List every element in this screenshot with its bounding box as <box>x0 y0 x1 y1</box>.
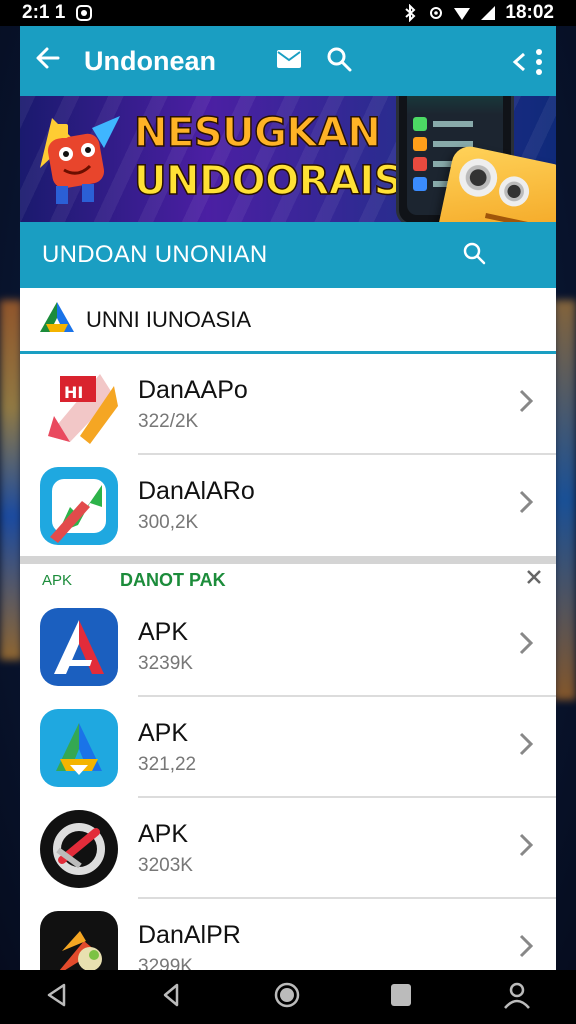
section-logo-icon <box>38 300 76 339</box>
app-icon-5 <box>40 809 118 888</box>
recent-nav-icon[interactable] <box>159 982 185 1013</box>
chevron-right-icon[interactable] <box>506 388 546 421</box>
app-size: 321,22 <box>138 754 197 775</box>
app-name: DanAlPR <box>138 921 241 949</box>
section-title: UNNI IUNOASIA <box>86 306 252 332</box>
chevron-right-icon[interactable] <box>506 630 546 663</box>
app-name: APK <box>138 820 189 848</box>
app-title: Undonean <box>84 45 216 76</box>
profile-nav-icon[interactable] <box>502 980 532 1015</box>
home-nav-icon[interactable] <box>273 981 301 1014</box>
back-nav-icon[interactable] <box>44 982 70 1013</box>
app-name: DanAAPo <box>138 376 248 404</box>
status-bar: 2:1 1 18:02 <box>0 0 576 26</box>
app-icon-4 <box>40 708 118 787</box>
search-bar-title: UNDOAN UNONIAN <box>42 241 268 268</box>
ad-app-list: APK 3239K APK 321,22 APK 3203K DanAlPR 3… <box>20 596 556 970</box>
bluetooth-icon <box>401 3 419 23</box>
ad-title: DANOT PAK <box>120 569 226 590</box>
app-name: APK <box>138 719 189 747</box>
app-icon-3 <box>40 607 118 686</box>
notification-icon <box>75 4 93 22</box>
app-name: DanAlARo <box>138 477 255 505</box>
list-item[interactable]: DanAlARo 300,2K <box>20 455 556 556</box>
app-size: 3299K <box>138 956 193 970</box>
search-icon-secondary[interactable] <box>462 241 486 270</box>
banner-headline-1: NESUGKAN <box>133 109 381 157</box>
list-item[interactable]: APK 3203K <box>20 798 556 899</box>
app-icon-1: HI <box>40 366 118 444</box>
status-time-left: 2:1 1 <box>22 2 66 23</box>
app-icon-2 <box>40 466 118 545</box>
svg-text:HI: HI <box>64 383 83 402</box>
app-size: 3203K <box>138 855 193 876</box>
wifi-icon <box>453 4 471 22</box>
search-bar[interactable]: UNDOAN UNONIAN <box>20 222 556 288</box>
promo-banner[interactable]: NESUGKAN UNDOORAISIA <box>20 96 556 222</box>
list-item[interactable]: APK 3239K <box>20 596 556 697</box>
mail-icon[interactable] <box>276 49 302 74</box>
ad-header: APK DANOT PAK <box>20 564 556 596</box>
chevron-right-icon[interactable] <box>506 933 546 966</box>
app-list: HI DanAAPo 322/2K DanAlARo 300,2K <box>20 354 556 556</box>
app-size: 300,2K <box>138 512 199 533</box>
chevron-right-icon[interactable] <box>506 832 546 865</box>
mascot-icon <box>32 108 122 208</box>
app-bar: Undonean <box>20 26 556 96</box>
app-size: 3239K <box>138 653 193 674</box>
chevron-right-icon[interactable] <box>506 489 546 522</box>
section-divider <box>20 556 556 564</box>
background-glow-right <box>554 300 576 700</box>
app-size: 322/2K <box>138 411 199 432</box>
navigation-bar <box>0 970 576 1024</box>
app-icon-6 <box>40 910 118 970</box>
signal-icon <box>479 4 497 22</box>
list-item[interactable]: HI DanAAPo 322/2K <box>20 354 556 455</box>
close-icon[interactable] <box>526 568 542 591</box>
list-item[interactable]: APK 321,22 <box>20 697 556 798</box>
status-time-right: 18:02 <box>505 2 554 23</box>
settings-small-icon <box>427 4 445 22</box>
app-name: APK <box>138 618 189 646</box>
ad-tag: APK <box>42 571 73 589</box>
app-window: Undonean NESUGKAN UNDOORAISIA UNDOAN UNO… <box>20 26 556 970</box>
apps-nav-icon[interactable] <box>389 982 413 1013</box>
back-arrow-icon[interactable] <box>34 44 70 79</box>
share-icon[interactable] <box>512 52 526 77</box>
search-icon[interactable] <box>326 46 352 77</box>
section-header: UNNI IUNOASIA <box>20 288 556 354</box>
list-item[interactable]: DanAlPR 3299K <box>20 899 556 970</box>
background-glow-left <box>0 300 22 660</box>
chevron-right-icon[interactable] <box>506 731 546 764</box>
overflow-menu-icon[interactable] <box>534 48 544 81</box>
